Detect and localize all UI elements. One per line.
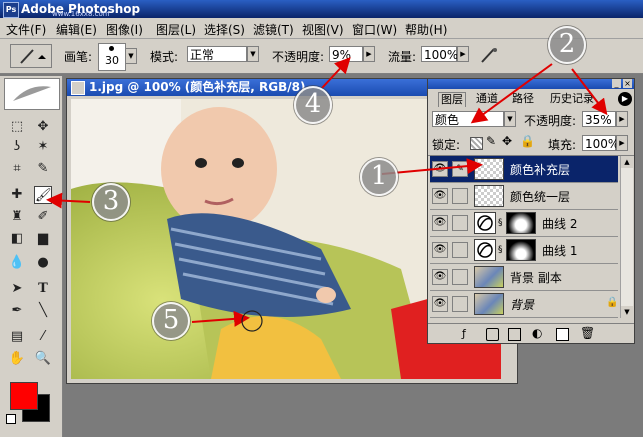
arrow-2b [470, 63, 553, 124]
callout-4: 4 [294, 86, 332, 124]
callout-5: 5 [152, 302, 190, 340]
annotation-arrows [46, 57, 608, 332]
brush-cursor-circle [241, 310, 263, 332]
callout-1: 1 [360, 158, 398, 196]
arrow-2a [571, 68, 608, 116]
arrow-4 [321, 57, 351, 89]
callout-3: 3 [92, 183, 130, 221]
callout-2: 2 [548, 26, 586, 64]
arrow-3 [46, 192, 91, 209]
arrow-5 [191, 310, 250, 327]
